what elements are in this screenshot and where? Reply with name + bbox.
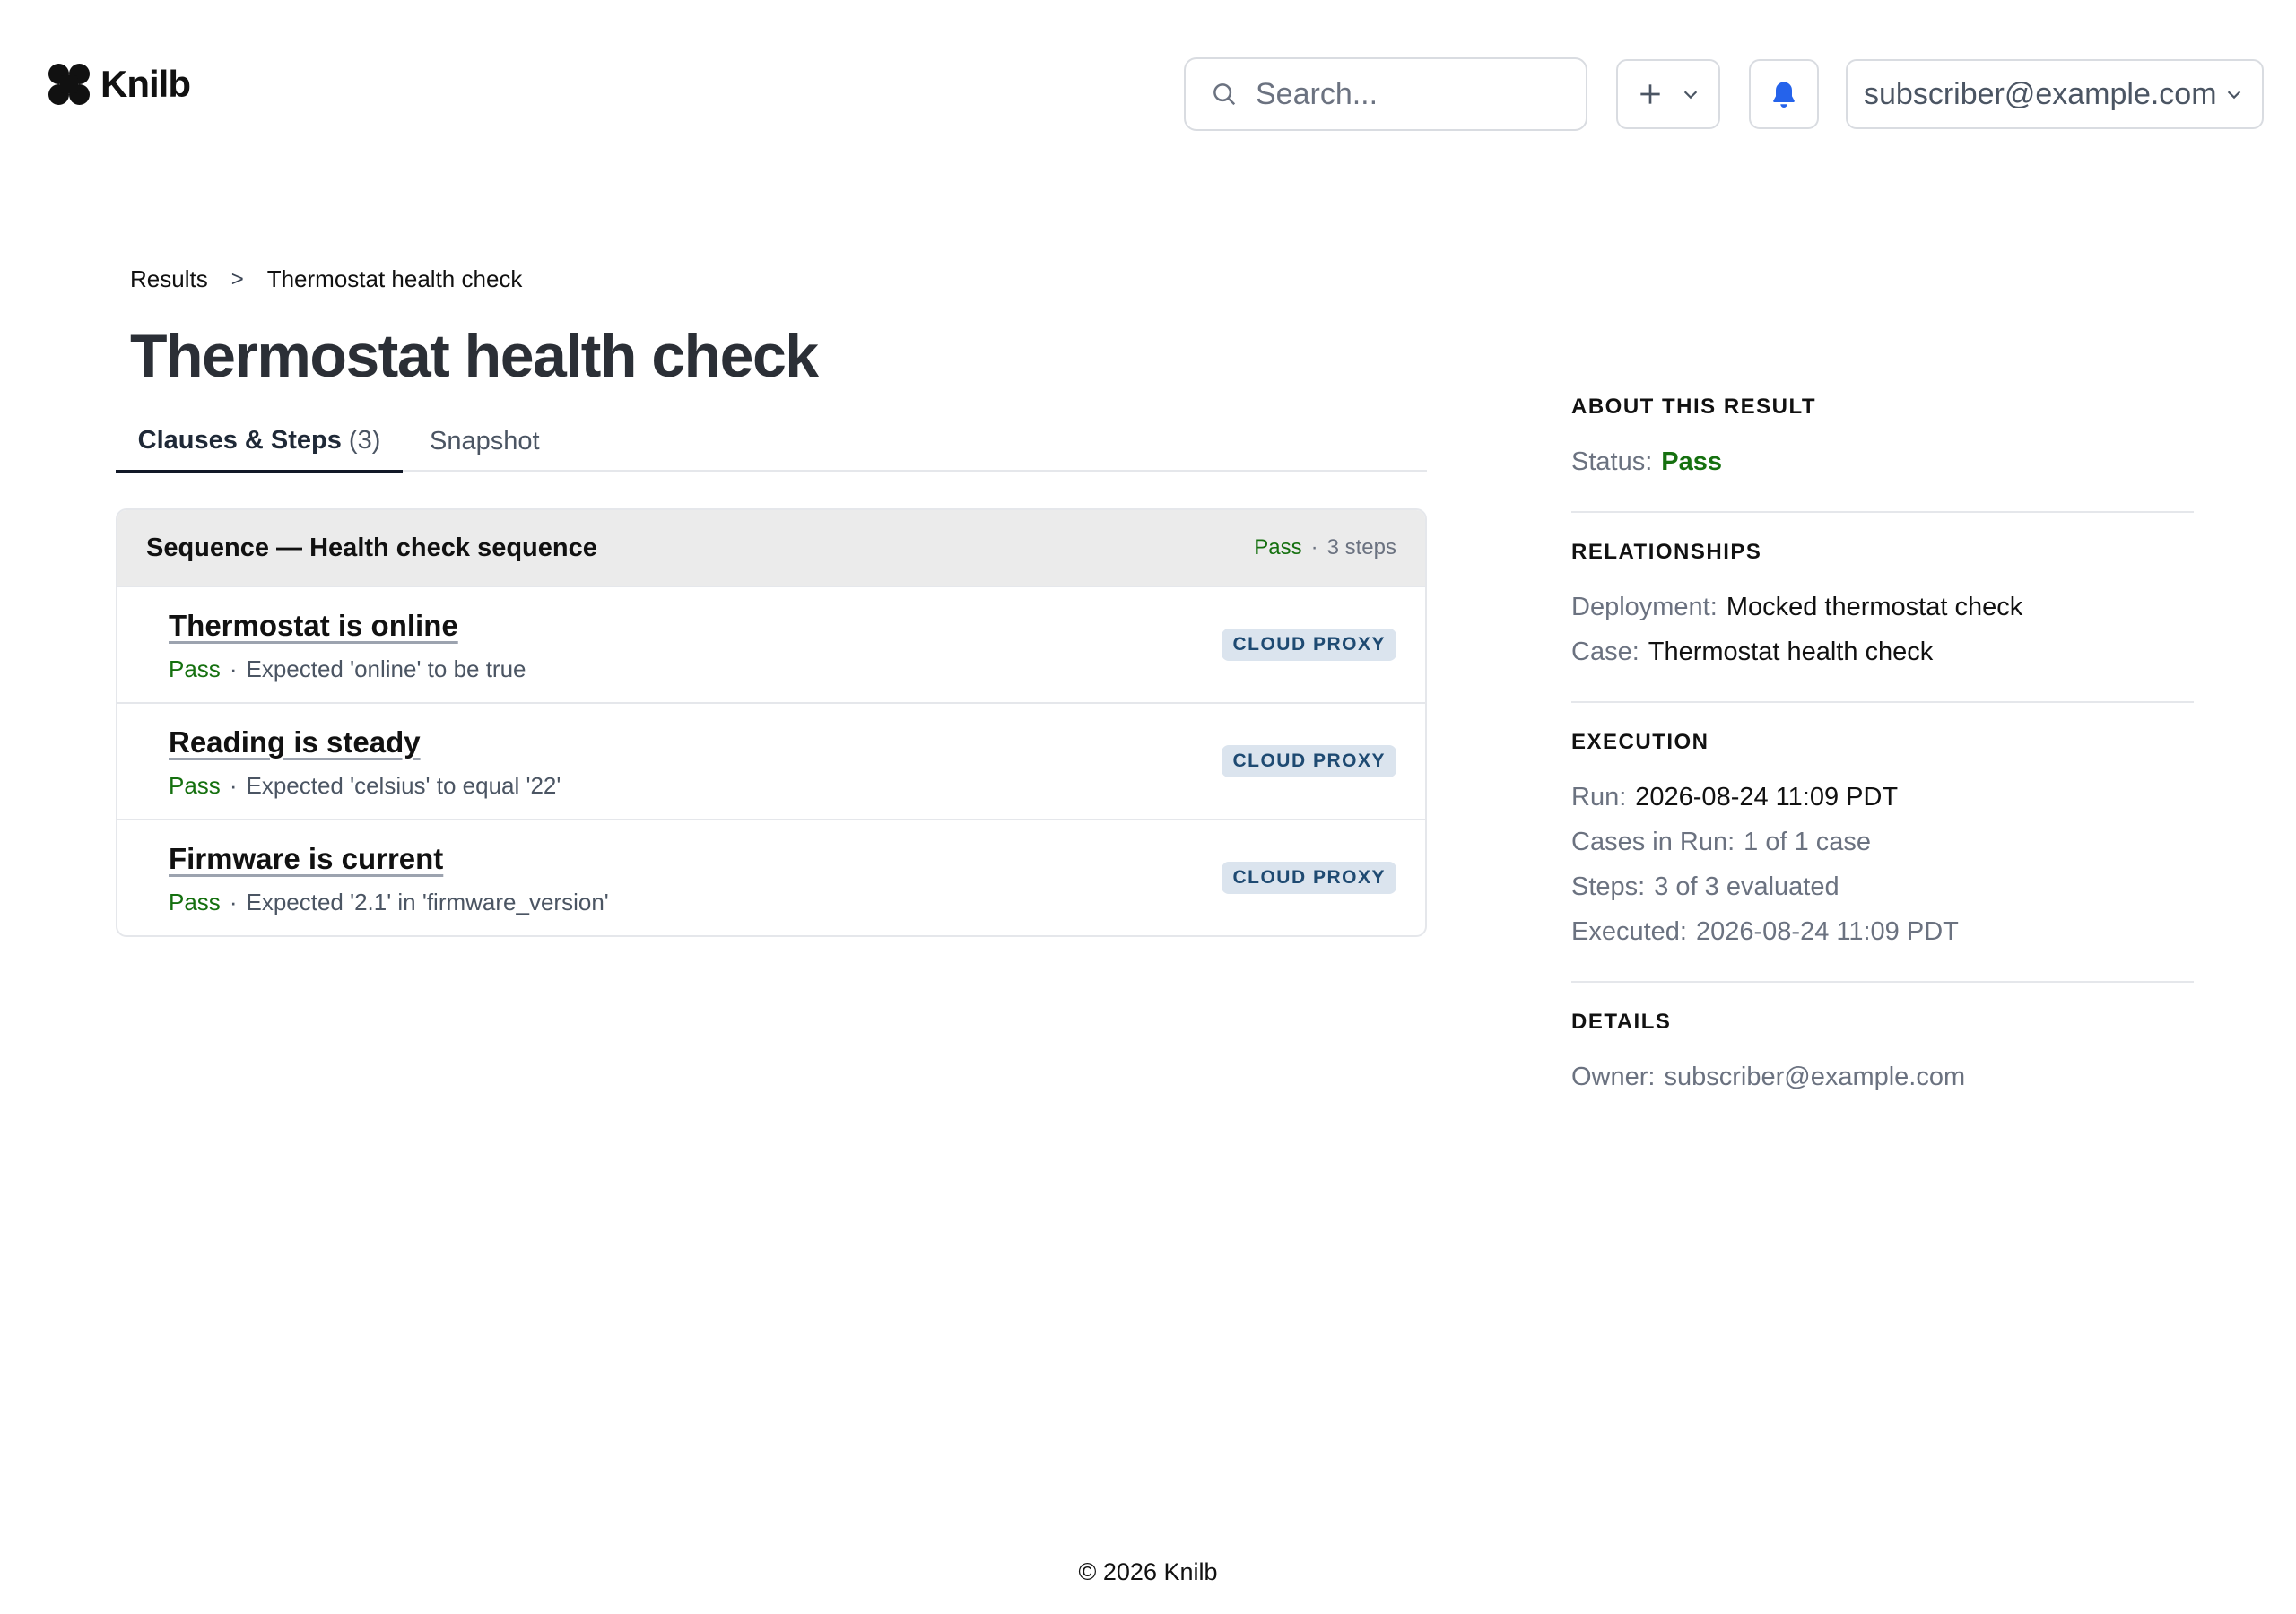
case-row: Case: Thermostat health check bbox=[1571, 629, 2194, 674]
tab-count: (3) bbox=[348, 425, 381, 455]
breadcrumb-results-link[interactable]: Results bbox=[130, 265, 208, 293]
step-result-line: Pass · Expected 'celsius' to equal '22' bbox=[169, 772, 561, 800]
result-info-panel: ABOUT THIS RESULT Status: Pass RELATIONSH… bbox=[1571, 395, 2194, 1153]
step-status: Pass bbox=[169, 655, 221, 682]
owner-label: Owner: bbox=[1571, 1063, 1656, 1091]
sequence-step-count: 3 steps bbox=[1326, 535, 1396, 560]
meta-separator: · bbox=[229, 889, 238, 915]
sequence-title: Sequence — Health check sequence bbox=[146, 533, 597, 562]
step-name-link[interactable]: Reading is steady bbox=[169, 725, 421, 759]
executed-value: 2026-08-24 11:09 PDT bbox=[1695, 917, 1959, 946]
owner-row: Owner: subscriber@example.com bbox=[1571, 1054, 2194, 1099]
steps-label: Steps: bbox=[1571, 872, 1646, 901]
breadcrumb-current: Thermostat health check bbox=[266, 265, 523, 292]
executed-row: Executed: 2026-08-24 11:09 PDT bbox=[1571, 909, 2194, 954]
deployment-label: Deployment: bbox=[1571, 593, 1718, 621]
section-heading: DETAILS bbox=[1571, 1010, 1672, 1034]
steps-row: Steps: 3 of 3 evaluated bbox=[1571, 864, 2194, 909]
owner-value: subscriber@example.com bbox=[1664, 1063, 1966, 1091]
step-result-line: Pass · Expected 'online' to be true bbox=[169, 655, 526, 683]
sequence-header: Sequence — Health check sequence Pass · … bbox=[117, 510, 1425, 587]
chevron-down-icon bbox=[2227, 91, 2241, 100]
executed-label: Executed: bbox=[1571, 917, 1687, 946]
step-status: Pass bbox=[169, 772, 221, 799]
step-status: Pass bbox=[169, 889, 221, 915]
step-name-link[interactable]: Thermostat is online bbox=[169, 609, 458, 643]
sequence-status: Pass bbox=[1254, 535, 1302, 560]
step-row: Thermostat is online Pass · Expected 'on… bbox=[117, 587, 1425, 704]
sequence-card: Sequence — Health check sequence Pass · … bbox=[116, 508, 1427, 937]
plus-icon bbox=[1640, 84, 1660, 104]
relationships-section: RELATIONSHIPS Deployment: Mocked thermost… bbox=[1571, 540, 2194, 703]
search-input[interactable] bbox=[1256, 76, 1561, 112]
user-email: subscriber@example.com bbox=[1864, 76, 2217, 111]
step-row: Reading is steady Pass · Expected 'celsi… bbox=[117, 704, 1425, 820]
status-label: Status: bbox=[1571, 447, 1653, 476]
step-detail: Expected 'celsius' to equal '22' bbox=[246, 772, 561, 799]
step-detail: Expected '2.1' in 'firmware_version' bbox=[246, 889, 609, 915]
run-link[interactable]: 2026-08-24 11:09 PDT bbox=[1635, 783, 1898, 811]
brand-name: Knilb bbox=[100, 63, 191, 105]
user-menu-button[interactable]: subscriber@example.com bbox=[1846, 59, 2264, 129]
details-section: DETAILS Owner: subscriber@example.com bbox=[1571, 1010, 2194, 1126]
step-name-link[interactable]: Firmware is current bbox=[169, 842, 443, 876]
tab-label: Snapshot bbox=[430, 426, 540, 456]
step-badge: CLOUD PROXY bbox=[1222, 745, 1396, 777]
deployment-link[interactable]: Mocked thermostat check bbox=[1726, 593, 2022, 621]
cases-row: Cases in Run: 1 of 1 case bbox=[1571, 820, 2194, 864]
step-result-line: Pass · Expected '2.1' in 'firmware_versi… bbox=[169, 889, 609, 916]
case-label: Case: bbox=[1571, 638, 1639, 666]
step-badge: CLOUD PROXY bbox=[1222, 629, 1396, 661]
section-heading: EXECUTION bbox=[1571, 730, 1709, 754]
case-link[interactable]: Thermostat health check bbox=[1648, 638, 1934, 666]
run-label: Run: bbox=[1571, 783, 1627, 811]
chevron-down-icon bbox=[1683, 91, 1698, 100]
cases-label: Cases in Run: bbox=[1571, 828, 1735, 856]
top-bar: Knilb subscriber@example.com bbox=[0, 0, 2296, 188]
step-detail: Expected 'online' to be true bbox=[246, 655, 526, 682]
section-heading: ABOUT THIS RESULT bbox=[1571, 395, 1817, 419]
breadcrumb-separator: > bbox=[230, 266, 244, 291]
status-row: Status: Pass bbox=[1571, 439, 2194, 484]
meta-separator: · bbox=[229, 655, 238, 682]
knilb-logo-icon bbox=[48, 64, 90, 105]
run-row: Run: 2026-08-24 11:09 PDT bbox=[1571, 775, 2194, 820]
status-value: Pass bbox=[1661, 447, 1723, 476]
page-footer: © 2026 Knilb bbox=[1078, 1558, 1218, 1585]
deployment-row: Deployment: Mocked thermostat check bbox=[1571, 585, 2194, 629]
page-title: Thermostat health check bbox=[130, 322, 819, 390]
meta-separator: · bbox=[1310, 535, 1318, 560]
tab-label: Clauses & Steps bbox=[137, 425, 342, 455]
search-box[interactable] bbox=[1184, 57, 1587, 131]
breadcrumb: Results > Thermostat health check bbox=[130, 265, 522, 293]
execution-section: EXECUTION Run: 2026-08-24 11:09 PDT Cases… bbox=[1571, 730, 2194, 983]
section-heading: RELATIONSHIPS bbox=[1571, 540, 1762, 564]
about-section: ABOUT THIS RESULT Status: Pass bbox=[1571, 395, 2194, 513]
bell-icon bbox=[1773, 82, 1795, 108]
cases-value: 1 of 1 case bbox=[1744, 828, 1872, 856]
brand-logo[interactable]: Knilb bbox=[48, 63, 191, 106]
tab-clauses-steps[interactable]: Clauses & Steps (3) bbox=[116, 411, 403, 473]
step-badge: CLOUD PROXY bbox=[1222, 862, 1396, 894]
notifications-button[interactable] bbox=[1749, 59, 1819, 129]
meta-separator: · bbox=[229, 772, 238, 799]
tab-snapshot[interactable]: Snapshot bbox=[430, 411, 540, 472]
sequence-meta: Pass · 3 steps bbox=[1254, 535, 1396, 560]
step-row: Firmware is current Pass · Expected '2.1… bbox=[117, 820, 1425, 935]
search-icon bbox=[1213, 83, 1236, 106]
create-dropdown-button[interactable] bbox=[1616, 59, 1720, 129]
result-tabs: Clauses & Steps (3) Snapshot bbox=[116, 411, 1427, 473]
steps-value: 3 of 3 evaluated bbox=[1654, 872, 1839, 901]
